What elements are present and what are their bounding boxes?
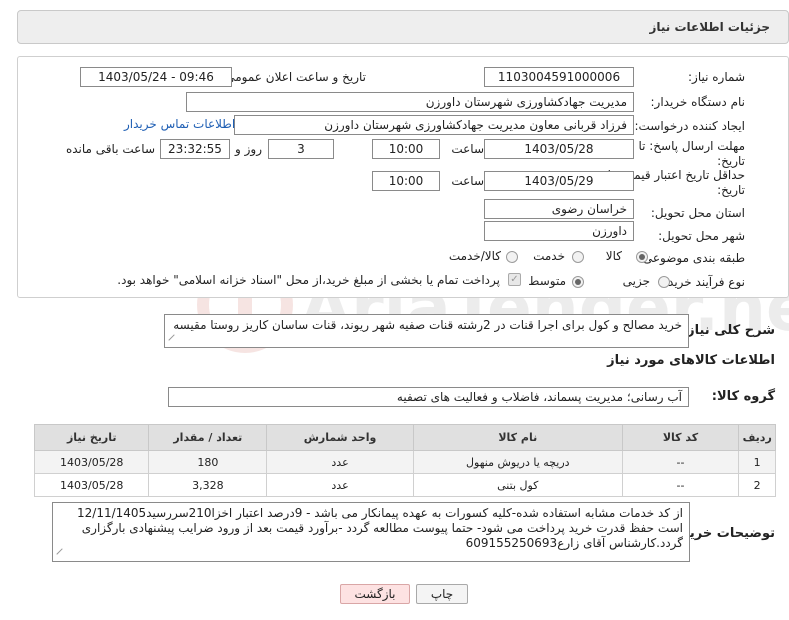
city-label: شهر محل تحویل:	[658, 229, 745, 243]
treasury-payment-note: پرداخت تمام یا بخشی از مبلغ خرید،از محل …	[117, 273, 500, 287]
price-validity-date: 1403/05/29	[484, 171, 634, 191]
purchase-radio-medium[interactable]	[572, 276, 584, 288]
reply-deadline-date: 1403/05/28	[484, 139, 634, 159]
goods-table: ردیف کد کالا نام کالا واحد شمارش تعداد /…	[33, 424, 776, 497]
description-textarea: خرید مصالح و کول برای اجرا قنات در 2رشته…	[164, 314, 689, 348]
goods-group-field: آب رسانی؛ مدیریت پسماند، فاضلاب و فعالیت…	[168, 387, 689, 407]
cell-item-code: --	[621, 450, 740, 474]
col-quantity: تعداد / مقدار	[148, 424, 268, 451]
province-field: خراسان رضوی	[484, 199, 634, 219]
col-need-date: تاریخ نیاز	[33, 424, 150, 451]
reply-days-field: 3	[268, 139, 334, 159]
buyer-notes-textarea: از کد خدمات مشابه استفاده شده-کلیه کسورا…	[52, 502, 690, 562]
requester-label: ایجاد کننده درخواست:	[634, 119, 745, 133]
print-button[interactable]: چاپ	[416, 584, 468, 604]
category-radio-goods[interactable]	[636, 251, 648, 263]
cell-need-date: 1403/05/28	[33, 450, 150, 474]
price-validity-time: 10:00	[372, 171, 440, 191]
buyer-org-field: مدیریت جهادکشاورزی شهرستان داورزن	[186, 92, 634, 112]
cell-item-name: دریچه یا دریوش منهول	[412, 450, 623, 474]
category-label: طبقه بندی موضوعی:	[638, 251, 745, 265]
category-radio-service[interactable]	[572, 251, 584, 263]
cell-quantity: 3,328	[148, 473, 268, 497]
cell-item-code: --	[621, 473, 740, 497]
back-button[interactable]: بازگشت	[340, 584, 410, 604]
col-item-code: کد کالا	[621, 424, 740, 451]
cell-unit: عدد	[266, 473, 414, 497]
table-header-row: ردیف کد کالا نام کالا واحد شمارش تعداد /…	[33, 424, 776, 451]
requester-field: فرزاد قربانی معاون مدیریت جهادکشاورزی شه…	[234, 115, 634, 135]
cell-row-number: 1	[738, 450, 776, 474]
need-number-field: 1103004591000006	[484, 67, 634, 87]
purchase-option-minor: جزیی	[622, 274, 650, 288]
goods-section-title: اطلاعات کالاهای مورد نیاز	[607, 353, 775, 368]
table-row[interactable]: 1 -- دریچه یا دریوش منهول عدد 180 1403/0…	[33, 450, 776, 474]
category-radio-goods-service[interactable]	[506, 251, 518, 263]
purchase-radio-minor[interactable]	[658, 276, 670, 288]
reply-deadline-label-2: تاریخ:	[717, 154, 745, 168]
category-option-service: خدمت	[533, 249, 565, 263]
buyer-org-label: نام دستگاه خریدار:	[650, 95, 746, 109]
purchase-option-medium: متوسط	[528, 274, 566, 288]
remaining-time-field: 23:32:55	[160, 139, 230, 159]
cell-item-name: کول بتنی	[412, 473, 623, 497]
cell-unit: عدد	[266, 450, 414, 474]
category-option-goods-service: کالا/خدمت	[448, 249, 501, 263]
cell-need-date: 1403/05/28	[33, 473, 150, 497]
goods-group-label: گروه کالا:	[711, 389, 775, 404]
city-field: داورزن	[484, 221, 634, 241]
page-header: جزئیات اطلاعات نیاز	[17, 10, 789, 44]
table-row[interactable]: 2 -- کول بتنی عدد 3,328 1403/05/28	[33, 473, 776, 497]
col-item-name: نام کالا	[412, 424, 623, 451]
purchase-type-label: نوع فرآیند خرید :	[660, 275, 745, 289]
description-label: شرح کلی نیاز:	[681, 323, 775, 338]
reply-time-label: ساعت	[451, 142, 484, 156]
reply-deadline-time: 10:00	[372, 139, 440, 159]
need-number-label: شماره نیاز:	[688, 70, 745, 84]
col-unit: واحد شمارش	[266, 424, 414, 451]
province-label: استان محل تحویل:	[650, 206, 745, 220]
category-option-goods: کالا	[605, 249, 622, 263]
treasury-payment-checkbox[interactable]: ✓	[508, 273, 521, 286]
remaining-label: ساعت باقی مانده	[65, 142, 155, 156]
buyer-contact-link[interactable]: اطلاعات تماس خریدار	[124, 117, 235, 131]
announce-date-label: تاریخ و ساعت اعلان عمومی:	[221, 70, 366, 84]
price-time-label: ساعت	[451, 174, 484, 188]
cell-quantity: 180	[148, 450, 268, 474]
col-row-number: ردیف	[738, 424, 776, 451]
cell-row-number: 2	[738, 473, 776, 497]
page-title: جزئیات اطلاعات نیاز	[649, 20, 770, 34]
announce-date-field: 1403/05/24 - 09:46	[80, 67, 232, 87]
price-validity-label-2: تاریخ:	[717, 183, 745, 197]
days-label: روز و	[235, 142, 262, 156]
reply-deadline-label: مهلت ارسال پاسخ: تا	[638, 139, 745, 153]
